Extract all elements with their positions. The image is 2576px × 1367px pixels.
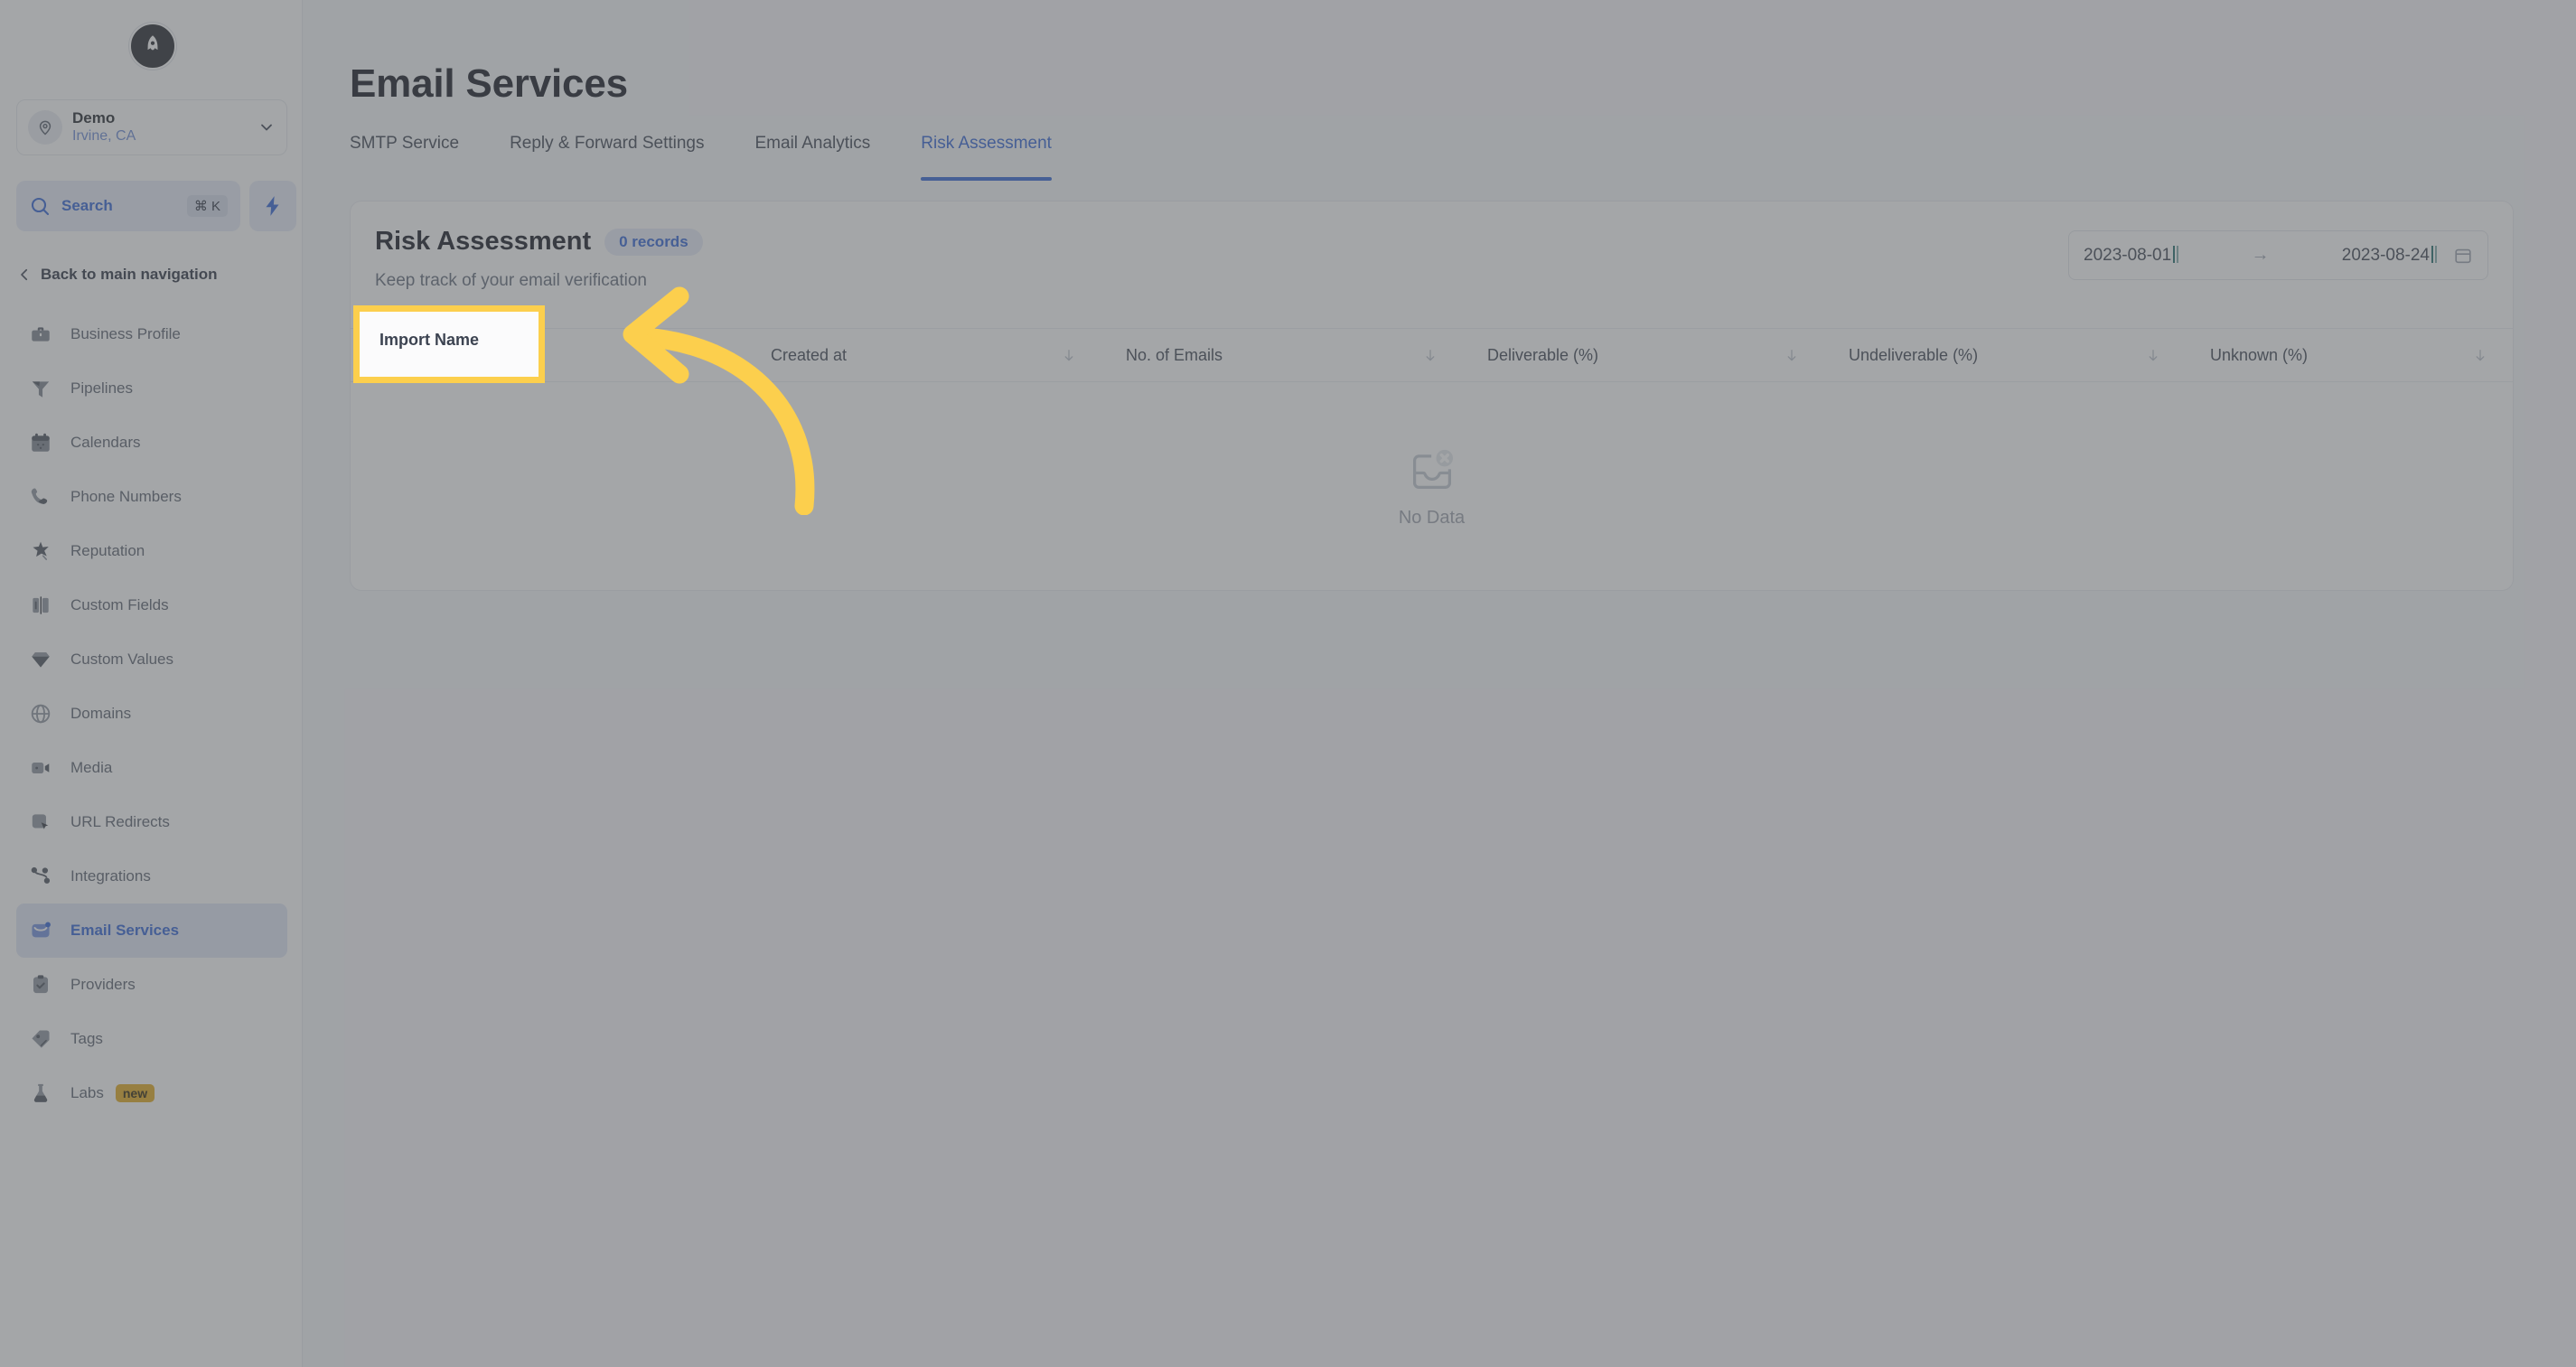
- card-header: Risk Assessment 0 records: [375, 227, 703, 257]
- empty-state-text: No Data: [1398, 507, 1466, 528]
- main-content: Email Services SMTP Service Reply & Forw…: [303, 0, 2576, 1367]
- column-label: Unknown (%): [2210, 345, 2309, 364]
- search-label: Search: [61, 197, 113, 214]
- location-switcher[interactable]: Demo Irvine, CA: [16, 99, 287, 155]
- nodes-icon: [27, 863, 54, 890]
- envelope-icon: [27, 917, 54, 944]
- search-shortcut: ⌘ K: [186, 195, 228, 217]
- sidebar-item-label: Labs: [70, 1084, 104, 1101]
- page-title: Email Services: [350, 61, 628, 106]
- curved-arrow-left-icon: [623, 286, 815, 515]
- sort-down-icon[interactable]: [2472, 347, 2488, 363]
- sidebar-item-label: URL Redirects: [70, 813, 170, 830]
- sidebar-item-calendars[interactable]: Calendars: [16, 416, 287, 470]
- flask-icon: [27, 1080, 54, 1107]
- clipboard-check-icon: [27, 971, 54, 998]
- column-header-deliverable[interactable]: Deliverable (%): [1463, 329, 1824, 381]
- sidebar-item-tags[interactable]: Tags: [16, 1012, 287, 1066]
- sidebar-nav-list: Business Profile Pipelines Calendars Pho…: [16, 307, 287, 1120]
- sidebar-item-custom-values[interactable]: Custom Values: [16, 632, 287, 687]
- sidebar-item-label: Media: [70, 759, 113, 776]
- calendar-icon: [27, 429, 54, 456]
- sidebar-item-email-services[interactable]: Email Services: [16, 904, 287, 958]
- video-icon: [27, 754, 54, 782]
- sidebar-item-custom-fields[interactable]: Custom Fields: [16, 578, 287, 632]
- inbox-x-icon: [1407, 445, 1457, 495]
- column-header-no-of-emails[interactable]: No. of Emails: [1101, 329, 1463, 381]
- back-nav-label: Back to main navigation: [41, 266, 218, 283]
- sidebar: Demo Irvine, CA Search ⌘ K Back to main …: [0, 0, 303, 1367]
- sidebar-item-label: Pipelines: [70, 379, 133, 397]
- tab-smtp-service[interactable]: SMTP Service: [350, 134, 459, 181]
- location-sublabel: Irvine, CA: [72, 128, 136, 145]
- sidebar-item-providers[interactable]: Providers: [16, 958, 287, 1012]
- column-header-undeliverable[interactable]: Undeliverable (%): [1824, 329, 2186, 381]
- tab-risk-assessment[interactable]: Risk Assessment: [921, 134, 1052, 181]
- sidebar-item-pipelines[interactable]: Pipelines: [16, 361, 287, 416]
- sidebar-item-integrations[interactable]: Integrations: [16, 849, 287, 904]
- back-to-main-navigation[interactable]: Back to main navigation: [16, 260, 218, 289]
- sidebar-item-label: Integrations: [70, 867, 151, 885]
- labs-new-badge: new: [115, 1084, 155, 1102]
- chevron-left-icon: [16, 267, 33, 283]
- sort-down-icon[interactable]: [2145, 347, 2161, 363]
- location-name: Demo: [72, 108, 116, 126]
- sort-down-icon[interactable]: [1061, 347, 1077, 363]
- tab-bar: SMTP Service Reply & Forward Settings Em…: [350, 134, 1102, 181]
- column-header-unknown[interactable]: Unknown (%): [2186, 329, 2513, 381]
- search-input[interactable]: Search ⌘ K: [16, 181, 240, 231]
- star-icon: [27, 538, 54, 565]
- column-label: No. of Emails: [1126, 345, 1223, 364]
- cursor-box-icon: [27, 809, 54, 836]
- date-range-end[interactable]: 2023-08-24: [2342, 245, 2437, 266]
- sidebar-item-labs[interactable]: Labs new: [16, 1066, 287, 1120]
- sidebar-item-label: Reputation: [70, 542, 145, 559]
- search-row: Search ⌘ K: [16, 181, 296, 231]
- sidebar-item-label: Phone Numbers: [70, 488, 182, 505]
- tag-icon: [27, 1025, 54, 1053]
- tab-reply-forward-settings[interactable]: Reply & Forward Settings: [510, 134, 704, 181]
- date-range-start[interactable]: 2023-08-01: [2084, 245, 2179, 266]
- card-title: Risk Assessment: [375, 227, 592, 256]
- lightning-bolt-icon[interactable]: [249, 181, 296, 231]
- location-pin-icon: [28, 110, 62, 145]
- sidebar-item-phone-numbers[interactable]: Phone Numbers: [16, 470, 287, 524]
- chevron-down-icon[interactable]: [258, 118, 276, 136]
- funnel-icon: [27, 375, 54, 402]
- briefcase-icon: [27, 321, 54, 348]
- sidebar-item-business-profile[interactable]: Business Profile: [16, 307, 287, 361]
- app-root: Demo Irvine, CA Search ⌘ K Back to main …: [0, 0, 2576, 1367]
- fields-icon: [27, 592, 54, 619]
- globe-icon: [27, 700, 54, 727]
- sidebar-item-label: Email Services: [70, 922, 180, 939]
- sidebar-item-label: Business Profile: [70, 325, 181, 342]
- sidebar-item-domains[interactable]: Domains: [16, 687, 287, 741]
- rocket-logo-icon[interactable]: [129, 23, 176, 70]
- sidebar-item-label: Calendars: [70, 434, 141, 451]
- search-icon: [29, 195, 51, 217]
- date-range-picker[interactable]: 2023-08-01 → 2023-08-24: [2068, 230, 2488, 280]
- sidebar-item-label: Tags: [70, 1030, 103, 1047]
- tab-email-analytics[interactable]: Email Analytics: [755, 134, 871, 181]
- phone-icon: [27, 483, 54, 510]
- column-label: Undeliverable (%): [1849, 345, 1979, 364]
- calendar-icon[interactable]: [2453, 246, 2473, 266]
- arrow-right-icon: →: [2251, 245, 2270, 265]
- gem-icon: [27, 646, 54, 673]
- records-badge: 0 records: [604, 228, 703, 256]
- sidebar-item-label: Custom Values: [70, 651, 174, 668]
- highlighted-column-header-import-name[interactable]: Import Name: [360, 312, 539, 368]
- sort-down-icon[interactable]: [1784, 347, 1800, 363]
- sidebar-item-label: Custom Fields: [70, 596, 169, 613]
- column-label: Deliverable (%): [1487, 345, 1599, 364]
- sort-down-icon[interactable]: [1422, 347, 1438, 363]
- sidebar-item-url-redirects[interactable]: URL Redirects: [16, 795, 287, 849]
- sidebar-item-reputation[interactable]: Reputation: [16, 524, 287, 578]
- sidebar-item-label: Providers: [70, 976, 136, 993]
- sidebar-item-media[interactable]: Media: [16, 741, 287, 795]
- sidebar-item-label: Domains: [70, 705, 132, 722]
